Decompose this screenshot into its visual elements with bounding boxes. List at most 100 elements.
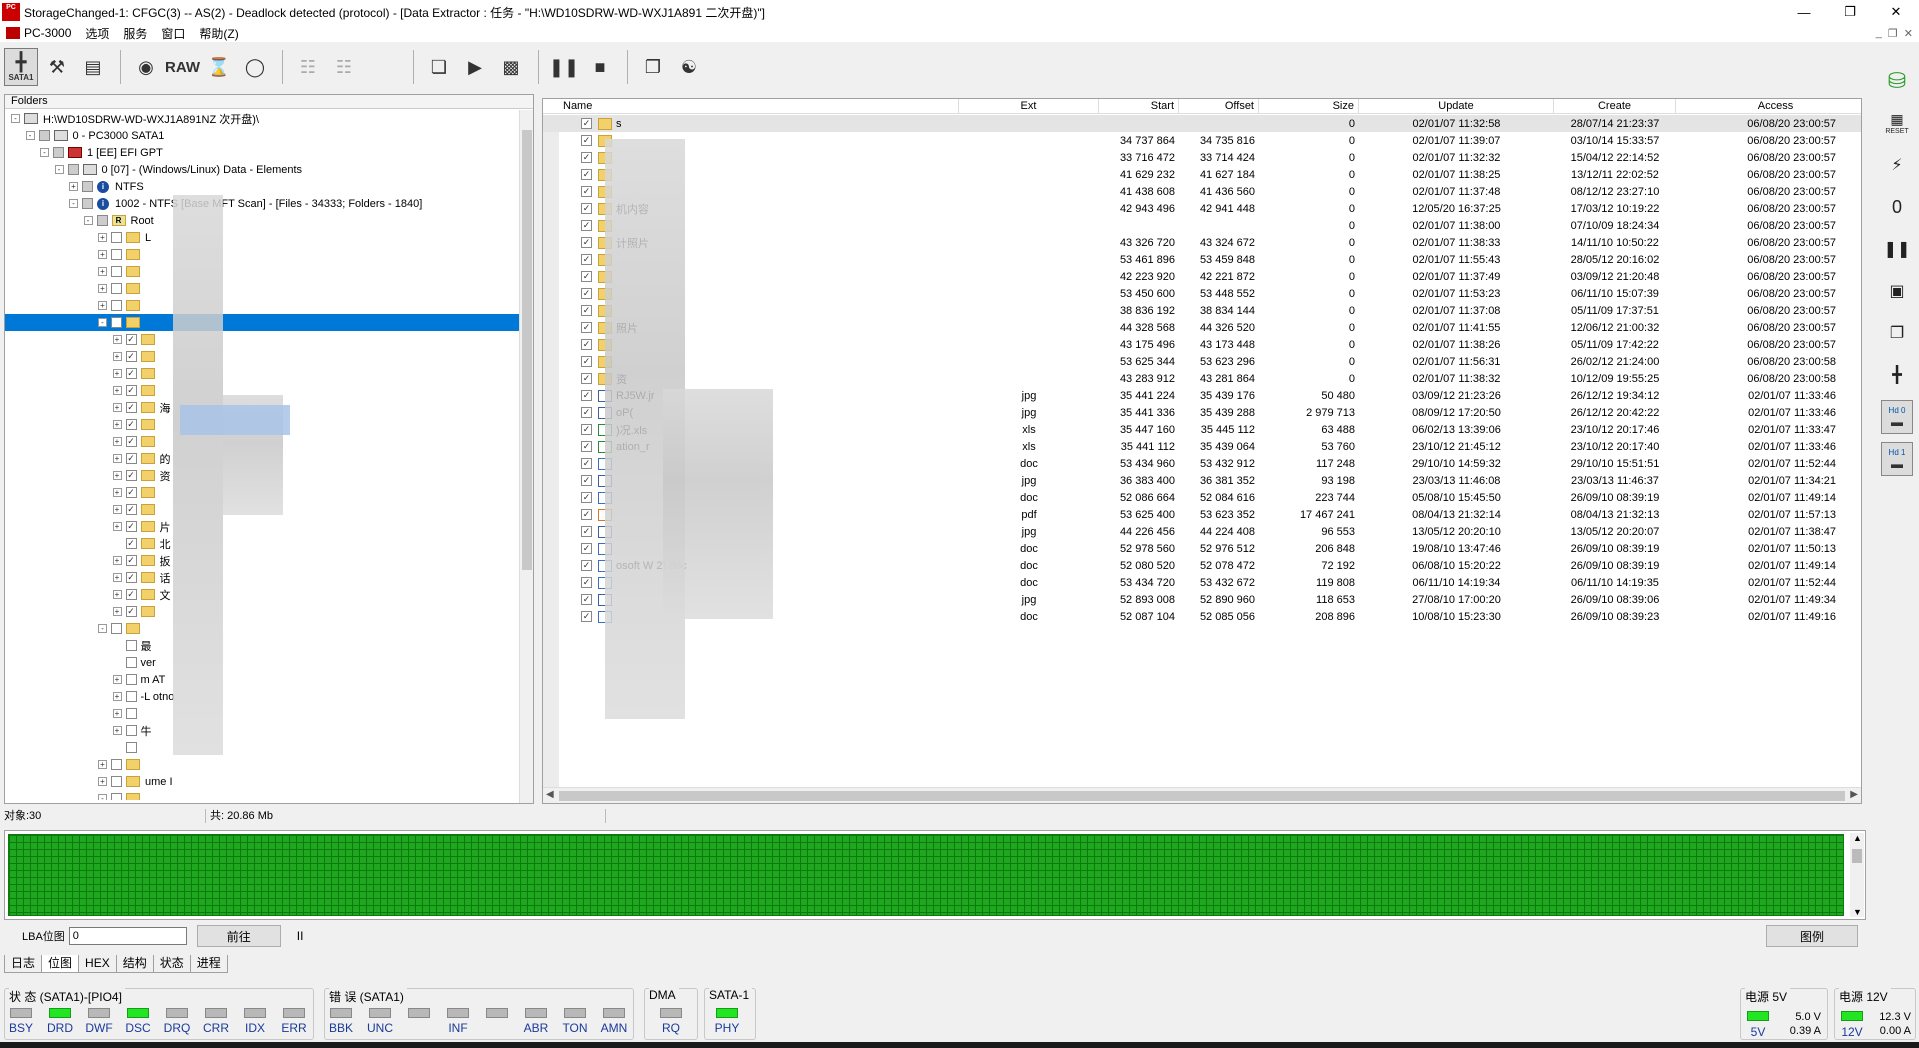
tree-node[interactable]: - 1 [EE] EFI GPT — [5, 144, 520, 161]
tree-node[interactable]: - — [5, 620, 520, 637]
expand-toggle-icon[interactable]: + — [112, 573, 122, 582]
scroll-right-icon[interactable]: ▶ — [1850, 789, 1858, 800]
tree-node[interactable]: + m AT — [5, 671, 520, 688]
node-checkbox[interactable]: ✓ — [125, 402, 137, 413]
log-button[interactable]: ▤ — [76, 48, 110, 86]
node-checkbox[interactable]: ✓ — [125, 504, 137, 515]
tree-node[interactable]: ver — [5, 654, 520, 671]
row-checkbox[interactable]: ✓ — [581, 594, 592, 605]
node-checkbox[interactable] — [111, 776, 122, 787]
node-checkbox[interactable] — [111, 283, 122, 294]
table-row[interactable]: ✓ 41 629 232 41 627 184 0 02/01/07 11:38:25 1… — [543, 166, 1861, 183]
tab-3[interactable]: 结构 — [115, 955, 154, 973]
node-checkbox[interactable]: ✓ — [125, 606, 137, 617]
expand-toggle-icon[interactable]: + — [98, 250, 107, 259]
row-checkbox[interactable]: ✓ — [581, 169, 592, 180]
node-checkbox[interactable]: ✓ — [125, 470, 137, 481]
node-checkbox[interactable]: ✓ — [125, 419, 137, 430]
row-checkbox[interactable]: ✓ — [581, 118, 592, 129]
column-start[interactable]: Start — [1099, 99, 1179, 114]
scroll-down-icon[interactable]: ▼ — [1853, 907, 1862, 917]
raw-button[interactable]: RAW — [165, 48, 200, 86]
node-checkbox[interactable]: ✓ — [125, 521, 137, 532]
tree-alt-button[interactable]: ☷ — [327, 48, 361, 86]
table-row[interactable]: ✓ 41 438 608 41 436 560 0 02/01/07 11:37:48 0… — [543, 183, 1861, 200]
row-checkbox[interactable]: ✓ — [581, 509, 592, 520]
file-list-hscrollbar[interactable]: ◀ ▶ — [543, 787, 1861, 803]
column-ext[interactable]: Ext — [959, 99, 1099, 114]
node-checkbox[interactable] — [111, 249, 122, 260]
tab-5[interactable]: 进程 — [189, 955, 228, 973]
node-checkbox[interactable]: ✓ — [125, 555, 137, 566]
table-row[interactable]: ✓ 53 450 600 53 448 552 0 02/01/07 11:53:23 0… — [543, 285, 1861, 302]
table-row[interactable]: ✓ 42 223 920 42 221 872 0 02/01/07 11:37:49 0… — [543, 268, 1861, 285]
expand-toggle-icon[interactable]: + — [112, 369, 122, 378]
row-checkbox[interactable]: ✓ — [581, 271, 592, 282]
column-create[interactable]: Create — [1554, 99, 1676, 114]
node-checkbox[interactable]: ✓ — [125, 453, 137, 464]
tree-node[interactable]: + 牛 — [5, 722, 520, 739]
row-checkbox[interactable]: ✓ — [581, 475, 592, 486]
tree-node[interactable]: - R Root — [5, 212, 520, 229]
node-checkbox[interactable]: ✓ — [125, 487, 137, 498]
mdi-restore-icon[interactable]: ❐ — [1888, 27, 1898, 40]
pause-icon[interactable]: II — [297, 929, 304, 943]
tree-node[interactable]: ✓ 北 — [5, 535, 520, 552]
expand-toggle-icon[interactable]: + — [112, 590, 122, 599]
row-checkbox[interactable]: ✓ — [581, 390, 592, 401]
scroll-up-icon[interactable]: ▲ — [1853, 833, 1862, 843]
tree-node[interactable]: + ✓ — [5, 603, 520, 620]
sata-port-button[interactable]: ╋ SATA1 — [4, 48, 38, 86]
node-checkbox[interactable]: ✓ — [125, 351, 137, 362]
node-checkbox[interactable]: ✓ — [125, 334, 137, 345]
hd0-button[interactable]: Hd 0 ▬ — [1881, 400, 1913, 434]
tree-node[interactable]: + — [5, 297, 520, 314]
node-checkbox[interactable]: ✓ — [125, 538, 137, 549]
row-checkbox[interactable]: ✓ — [581, 356, 592, 367]
tree-node[interactable]: + ✓ 扳 — [5, 552, 520, 569]
table-row[interactable]: ✓ 33 716 472 33 714 424 0 02/01/07 11:32:32 1… — [543, 149, 1861, 166]
expand-toggle-icon[interactable]: + — [98, 301, 107, 310]
node-checkbox[interactable] — [96, 215, 108, 226]
menu-item-0[interactable]: PC-3000 — [6, 26, 71, 40]
expand-toggle-icon[interactable]: - — [25, 131, 35, 140]
tree-node[interactable]: - — [5, 314, 520, 331]
row-checkbox[interactable]: ✓ — [581, 458, 592, 469]
row-checkbox[interactable]: ✓ — [581, 611, 592, 622]
row-checkbox[interactable]: ✓ — [581, 526, 592, 537]
expand-toggle-icon[interactable]: - — [98, 318, 107, 327]
node-checkbox[interactable] — [82, 181, 93, 192]
network-button[interactable]: ▩ — [494, 48, 528, 86]
tree-node[interactable]: - H:\WD10SDRW-WD-WXJ1A891NZ 次开盘)\ — [5, 110, 520, 127]
expand-toggle-icon[interactable]: + — [69, 182, 78, 191]
node-checkbox[interactable] — [111, 317, 122, 328]
tree-node[interactable] — [5, 739, 520, 756]
sata-side-button[interactable]: ╋ — [1881, 358, 1913, 392]
connector-button[interactable]: ▣ — [1881, 274, 1913, 308]
row-checkbox[interactable]: ✓ — [581, 203, 592, 214]
node-checkbox[interactable]: ✓ — [125, 572, 137, 583]
node-checkbox[interactable] — [125, 691, 137, 702]
windows-button[interactable]: ❐ — [636, 48, 670, 86]
hd1-button[interactable]: Hd 1 ▬ — [1881, 442, 1913, 476]
table-row[interactable]: ✓ s 0 02/01/07 11:32:58 28/07/14 21:23:37 06/… — [543, 115, 1861, 132]
tree-node[interactable]: + i NTFS — [5, 178, 520, 195]
column-offset[interactable]: Offset — [1179, 99, 1259, 114]
restore-icon[interactable]: ❐ — [1827, 0, 1873, 24]
bitmap-scrollbar[interactable]: ▲ ▼ — [1850, 833, 1864, 917]
node-checkbox[interactable] — [38, 130, 50, 141]
row-checkbox[interactable]: ✓ — [581, 305, 592, 316]
table-row[interactable]: ✓计照片43 326 72043 324 672002/01/07 11:38:… — [543, 234, 1861, 251]
expand-toggle-icon[interactable]: + — [112, 556, 122, 565]
node-checkbox[interactable] — [125, 640, 137, 651]
table-row[interactable]: ✓照片44 328 56844 326 520002/01/07 11:41:5… — [543, 319, 1861, 336]
node-checkbox[interactable]: ✓ — [125, 589, 137, 600]
column-update[interactable]: Update — [1359, 99, 1554, 114]
tools-button[interactable]: ⚒ — [40, 48, 74, 86]
expand-toggle-icon[interactable]: - — [40, 148, 49, 157]
expand-toggle-icon[interactable]: + — [112, 692, 122, 701]
tree-node[interactable]: + ✓ 文 — [5, 586, 520, 603]
menu-item-3[interactable]: 窗口 — [161, 25, 185, 42]
bitmap-grid[interactable] — [8, 834, 1844, 916]
copy-button[interactable]: ❐ — [1881, 316, 1913, 350]
